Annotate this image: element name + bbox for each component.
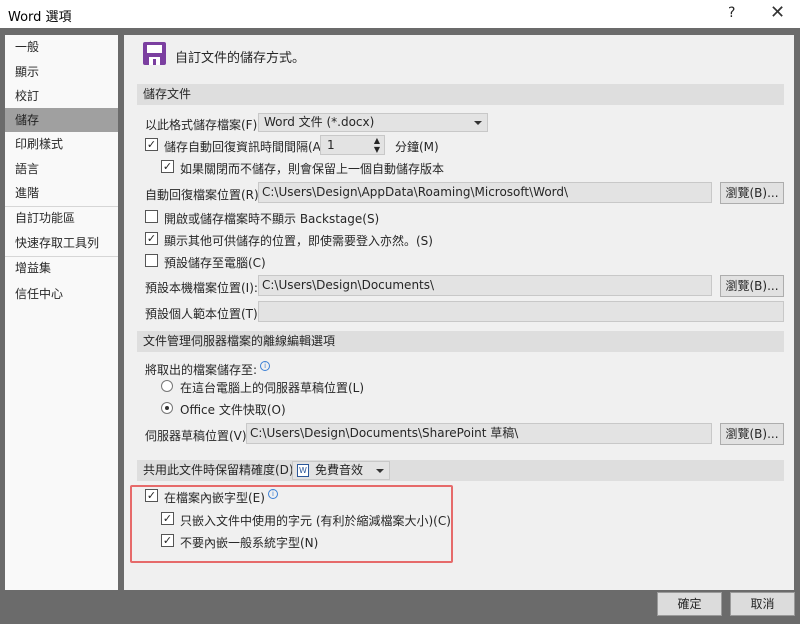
radio-server-drafts-label: 在這台電腦上的伺服器草稿位置(L) [180,381,365,395]
personal-templates-label: 預設個人範本位置(T): [145,307,262,321]
sidebar-item-trust-center[interactable]: 信任中心 [5,282,118,306]
cancel-button[interactable]: 取消 [730,592,795,616]
show-other-locations-checkbox[interactable]: ✓ [145,232,158,245]
no-common-fonts-checkbox[interactable]: ✓ [161,534,174,547]
server-drafts-location-input[interactable]: C:\Users\Design\Documents\SharePoint 草稿\ [246,423,712,444]
embed-used-chars-label: 只嵌入文件中使用的字元 (有利於縮減檔案大小)(C) [180,514,451,528]
autorecover-location-input[interactable]: C:\Users\Design\AppData\Roaming\Microsof… [258,182,712,203]
browse-autorecover-button[interactable]: 瀏覽(B)... [720,182,784,204]
section-header-fidelity: 共用此文件時保留精確度(D): [137,460,784,481]
chevron-down-icon [474,121,482,125]
sidebar-item-proofing[interactable]: 校訂 [5,84,118,108]
sidebar-item-quick-access-toolbar[interactable]: 快速存取工具列 [5,231,118,255]
sidebar-item-add-ins[interactable]: 增益集 [5,256,118,280]
window-title: Word 選項 [8,10,72,25]
sidebar-item-typography[interactable]: 印刷樣式 [5,132,118,156]
spinner-arrows-icon[interactable]: ▲ ▼ [374,136,380,154]
info-icon: i [260,361,271,371]
embed-fonts-checkbox[interactable]: ✓ [145,489,158,502]
radio-office-cache[interactable] [161,402,173,414]
title-bar: Word 選項 ? ✕ [0,0,800,28]
minutes-label: 分鐘(M) [395,140,439,154]
autosave-minutes-spinner[interactable]: 1 ▲ ▼ [320,135,385,155]
page-heading: 自訂文件的儲存方式。 [175,51,306,66]
sidebar-item-general[interactable]: 一般 [5,35,118,59]
section-header-save-documents: 儲存文件 [137,84,784,105]
autosave-checkbox[interactable]: ✓ [145,138,158,151]
format-value: Word 文件 (*.docx) [264,115,375,129]
keep-last-autosave-checkbox[interactable]: ✓ [161,160,174,173]
save-checked-out-label: 將取出的檔案儲存至: i [145,361,271,378]
autosave-minutes-value: 1 [327,138,335,152]
chevron-down-icon [376,469,384,473]
radio-office-cache-label: Office 文件快取(O) [180,403,286,417]
close-button[interactable]: ✕ [770,2,785,23]
sidebar-item-advanced[interactable]: 進階 [5,181,118,205]
embed-used-chars-checkbox[interactable]: ✓ [161,512,174,525]
fidelity-label: 共用此文件時保留精確度(D): [143,463,298,477]
sidebar-item-customize-ribbon[interactable]: 自訂功能區 [5,206,118,230]
save-checked-out-text: 將取出的檔案儲存至: [145,363,258,377]
keep-last-autosave-label: 如果關閉而不儲存，則會保留上一個自動儲存版本 [180,162,445,176]
no-backstage-label: 開啟或儲存檔案時不顯示 Backstage(S) [164,212,380,226]
info-icon: i [267,489,278,499]
autorecover-location-label: 自動回復檔案位置(R): [145,188,263,202]
autosave-label: 儲存自動回復資訊時間間隔(A): [164,140,330,154]
show-other-locations-label: 顯示其他可供儲存的位置，即使需要登入亦然。(S) [164,234,433,248]
save-to-computer-label: 預設儲存至電腦(C) [164,256,266,270]
sidebar-item-language[interactable]: 語言 [5,157,118,181]
sidebar-item-display[interactable]: 顯示 [5,60,118,84]
save-floppy-icon [143,42,166,65]
radio-server-drafts[interactable] [161,380,173,392]
save-options-panel: 自訂文件的儲存方式。 儲存文件 以此格式儲存檔案(F): Word 文件 (*.… [124,35,794,590]
browse-default-local-button[interactable]: 瀏覽(B)... [720,275,784,297]
word-document-icon: W [297,464,309,477]
embed-fonts-text: 在檔案內嵌字型(E) [164,491,265,505]
fidelity-document-value: 免費音效 [315,463,364,477]
format-label: 以此格式儲存檔案(F): [145,118,262,132]
default-local-location-label: 預設本機檔案位置(I): [145,281,258,295]
no-common-fonts-label: 不要內嵌一般系統字型(N) [180,536,319,550]
no-backstage-checkbox[interactable] [145,210,158,223]
embed-fonts-label: 在檔案內嵌字型(E) i [164,489,278,506]
help-button[interactable]: ? [728,5,735,21]
sidebar: 一般 顯示 校訂 儲存 印刷樣式 語言 進階 自訂功能區 快速存取工具列 增益集… [5,35,118,590]
section-header-offline-editing: 文件管理伺服器檔案的離線編輯選項 [137,331,784,352]
sidebar-item-save[interactable]: 儲存 [5,108,118,132]
personal-templates-input[interactable] [258,301,784,322]
save-to-computer-checkbox[interactable] [145,254,158,267]
format-dropdown[interactable]: Word 文件 (*.docx) [258,113,488,132]
default-local-location-input[interactable]: C:\Users\Design\Documents\ [258,275,712,296]
browse-server-drafts-button[interactable]: 瀏覽(B)... [720,423,784,445]
ok-button[interactable]: 確定 [657,592,722,616]
fidelity-document-dropdown[interactable]: W 免費音效 [292,461,390,480]
server-drafts-location-label: 伺服器草稿位置(V): [145,429,251,443]
